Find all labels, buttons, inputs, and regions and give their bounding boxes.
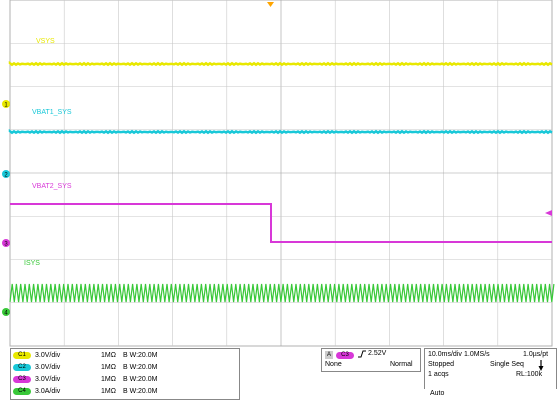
ch3-ground-marker[interactable]: 3	[2, 239, 10, 248]
ch2-ground-marker[interactable]: 2	[2, 170, 10, 179]
ch1-bandwidth: B W:20.0M	[123, 352, 158, 359]
ch4-label: ISYS	[24, 260, 40, 267]
ch1-ground-marker[interactable]: 1	[2, 100, 10, 109]
ch3-label: VBAT2_SYS	[32, 183, 72, 190]
ch1-impedance: 1MΩ	[101, 352, 116, 359]
trigger-readout-panel[interactable]: A C3 2.52V None Normal	[321, 348, 421, 372]
ch4-bandwidth: B W:20.0M	[123, 388, 158, 395]
record-length: RL:100k	[516, 371, 543, 378]
trigger-auto-mode: Auto	[430, 390, 445, 397]
waveform-display: VSYS VBAT1_SYS VBAT2_SYS ISYS 1 2 3 4	[2, 0, 555, 347]
trigger-level: 2.52V	[368, 350, 387, 357]
trigger-coupling: None	[325, 361, 342, 368]
ch4-scale: 3.0A/div	[35, 388, 61, 395]
ch3-impedance: 1MΩ	[101, 376, 116, 383]
trigger-letter: A	[325, 351, 333, 359]
ch3-scale: 3.0V/div	[35, 376, 61, 383]
ch1-label: VSYS	[36, 38, 55, 45]
ch4-chip: C4	[13, 388, 31, 395]
oscilloscope-screen: VSYS VBAT1_SYS VBAT2_SYS ISYS 1 2 3 4 C1…	[0, 0, 558, 401]
ch1-chip: C1	[13, 352, 31, 359]
resolution: 1.0µs/pt	[523, 351, 549, 358]
ch2-impedance: 1MΩ	[101, 364, 116, 371]
ch2-waveform	[8, 128, 553, 135]
ch4-impedance: 1MΩ	[101, 388, 116, 395]
acquisition-count: 1 acqs	[428, 371, 449, 378]
ch4-ground-marker[interactable]: 4	[2, 308, 10, 317]
ch2-chip: C2	[13, 364, 31, 371]
ch2-scale: 3.0V/div	[35, 364, 61, 371]
ch1-waveform	[8, 60, 553, 67]
ch2-label: VBAT1_SYS	[32, 109, 72, 116]
trigger-mode: Normal	[390, 361, 413, 368]
trigger-source-chip: C3	[336, 352, 354, 359]
trigger-slope-icon	[358, 350, 366, 361]
ch3-bandwidth: B W:20.0M	[123, 376, 158, 383]
sequence-mode: Single Seq	[490, 361, 524, 368]
ch1-scale: 3.0V/div	[35, 352, 61, 359]
ch2-bandwidth: B W:20.0M	[123, 364, 158, 371]
channel-readout-panel: C1 3.0V/div 1MΩ B W:20.0M C2 3.0V/div 1M…	[10, 348, 240, 400]
ch3-chip: C3	[13, 376, 31, 383]
sample-rate: 1.0MS/s	[464, 351, 490, 358]
timebase: 10.0ms/div	[428, 351, 462, 358]
acquisition-readout-panel[interactable]: 10.0ms/div 1.0MS/s 1.0µs/pt Stopped Sing…	[424, 348, 557, 389]
run-state: Stopped	[428, 361, 455, 368]
